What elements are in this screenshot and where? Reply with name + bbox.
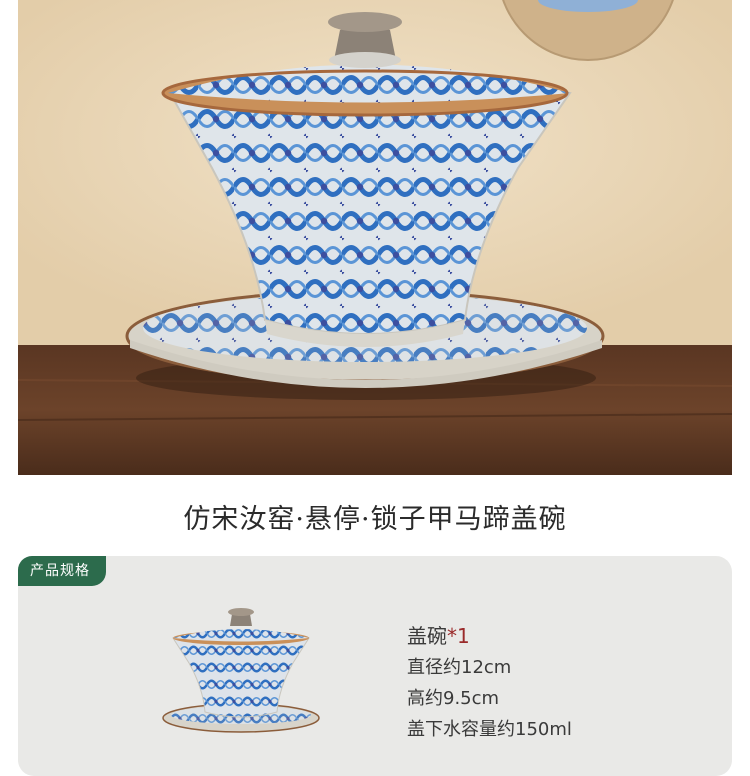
hero-product-photo — [18, 0, 732, 475]
spec-tag: 产品规格 — [18, 556, 106, 586]
spec-height: 高约9.5cm — [407, 688, 500, 709]
spec-item-qty: *1 — [447, 624, 470, 648]
product-title: 仿宋汝窑·悬停·锁子甲马蹄盖碗 — [183, 504, 567, 535]
spec-card: 产品规格 盖碗*1 直径约12cm 高约9.5cm 盖下水容量约150ml — [18, 556, 732, 776]
spec-item-name: 盖碗*1 — [407, 622, 572, 650]
gaiwan-thumbnail — [162, 608, 320, 733]
spec-item-label: 盖碗 — [407, 624, 447, 648]
spec-capacity: 盖下水容量约150ml — [407, 719, 572, 740]
spec-diameter: 直径约12cm — [407, 657, 512, 678]
spec-info: 盖碗*1 直径约12cm 高约9.5cm 盖下水容量约150ml — [407, 622, 572, 745]
